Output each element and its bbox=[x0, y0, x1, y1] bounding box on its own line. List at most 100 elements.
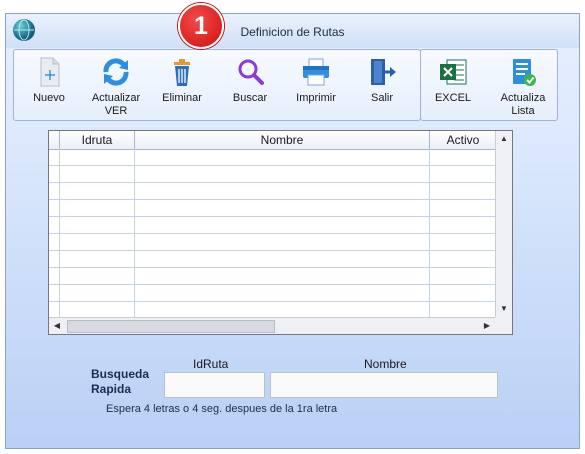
table-cell[interactable] bbox=[430, 234, 496, 250]
table-cell[interactable] bbox=[60, 183, 135, 199]
table-cell[interactable] bbox=[430, 183, 496, 199]
row-selector[interactable] bbox=[49, 183, 60, 199]
excel-button[interactable]: EXCEL bbox=[424, 56, 482, 105]
idruta-search-input[interactable] bbox=[164, 372, 265, 398]
row-selector[interactable] bbox=[49, 149, 60, 165]
title-bar: Definicion de Rutas bbox=[6, 14, 579, 48]
table-cell[interactable] bbox=[60, 166, 135, 182]
row-selector[interactable] bbox=[49, 302, 60, 318]
nuevo-button[interactable]: Nuevo bbox=[20, 56, 78, 105]
vertical-scrollbar[interactable]: ▲ ▼ bbox=[495, 131, 512, 317]
scroll-up-icon[interactable]: ▲ bbox=[496, 131, 512, 147]
table-cell[interactable] bbox=[135, 302, 430, 318]
table-cell[interactable] bbox=[430, 268, 496, 284]
table-cell[interactable] bbox=[135, 200, 430, 216]
grid-header: Idruta Nombre Activo bbox=[49, 131, 495, 150]
scroll-left-icon[interactable]: ◀ bbox=[49, 318, 65, 334]
search-hint: Espera 4 letras o 4 seg. despues de la 1… bbox=[106, 403, 338, 415]
list-check-icon bbox=[513, 59, 536, 86]
table-row[interactable] bbox=[49, 166, 495, 183]
row-selector[interactable] bbox=[49, 285, 60, 301]
table-row[interactable] bbox=[49, 183, 495, 200]
actualizar-label: Actualizar bbox=[91, 92, 141, 104]
toolbar-main-group: Nuevo Actualizar VER Eliminar Buscar Imp… bbox=[13, 49, 421, 121]
imprimir-label: Imprimir bbox=[296, 92, 336, 104]
table-cell[interactable] bbox=[430, 149, 496, 165]
window-title: Definicion de Rutas bbox=[240, 25, 345, 39]
table-row[interactable] bbox=[49, 285, 495, 302]
table-cell[interactable] bbox=[60, 268, 135, 284]
table-row[interactable] bbox=[49, 251, 495, 268]
table-cell[interactable] bbox=[60, 285, 135, 301]
table-cell[interactable] bbox=[430, 200, 496, 216]
row-selector[interactable] bbox=[49, 234, 60, 250]
row-selector[interactable] bbox=[49, 166, 60, 182]
table-cell[interactable] bbox=[430, 285, 496, 301]
excel-icon bbox=[440, 59, 467, 85]
printer-icon bbox=[303, 58, 329, 86]
table-cell[interactable] bbox=[430, 217, 496, 233]
row-selector[interactable] bbox=[49, 268, 60, 284]
row-selector[interactable] bbox=[49, 251, 60, 267]
eliminar-label: Eliminar bbox=[162, 92, 202, 104]
table-cell[interactable] bbox=[135, 234, 430, 250]
scroll-corner bbox=[495, 317, 512, 334]
table-row[interactable] bbox=[49, 217, 495, 234]
scroll-down-icon[interactable]: ▼ bbox=[496, 301, 512, 317]
table-row[interactable] bbox=[49, 268, 495, 285]
column-header-nombre[interactable]: Nombre bbox=[135, 131, 430, 149]
table-cell[interactable] bbox=[135, 268, 430, 284]
table-cell[interactable] bbox=[60, 200, 135, 216]
quick-search-title-line2: Rapida bbox=[91, 382, 132, 396]
quick-search-title-line1: Busqueda bbox=[91, 367, 150, 381]
row-selector[interactable] bbox=[49, 200, 60, 216]
table-cell[interactable] bbox=[135, 251, 430, 267]
table-cell[interactable] bbox=[60, 251, 135, 267]
rutas-grid[interactable]: Idruta Nombre Activo ▲ ▼ ◀ ▶ bbox=[48, 130, 513, 335]
actualiza-lista-button[interactable]: Actualiza Lista bbox=[494, 56, 552, 118]
table-cell[interactable] bbox=[135, 166, 430, 182]
nuevo-label: Nuevo bbox=[33, 92, 65, 104]
table-row[interactable] bbox=[49, 234, 495, 251]
horizontal-scroll-thumb[interactable] bbox=[67, 320, 275, 333]
column-header-idruta[interactable]: Idruta bbox=[60, 131, 135, 149]
table-cell[interactable] bbox=[135, 183, 430, 199]
table-cell[interactable] bbox=[430, 166, 496, 182]
eliminar-button[interactable]: Eliminar bbox=[153, 56, 211, 105]
nombre-label: Nombre bbox=[364, 357, 407, 371]
lista-label: Lista bbox=[511, 105, 535, 117]
refresh-icon bbox=[103, 58, 129, 86]
table-cell[interactable] bbox=[60, 149, 135, 165]
annotation-badge: 1 bbox=[178, 3, 224, 49]
table-row[interactable] bbox=[49, 200, 495, 217]
table-cell[interactable] bbox=[135, 285, 430, 301]
trash-icon bbox=[174, 59, 190, 86]
horizontal-scrollbar[interactable]: ◀ ▶ bbox=[49, 317, 495, 334]
scroll-right-icon[interactable]: ▶ bbox=[479, 318, 495, 334]
table-row[interactable] bbox=[49, 149, 495, 166]
idruta-label: IdRuta bbox=[193, 357, 229, 371]
salir-button[interactable]: Salir bbox=[353, 56, 411, 105]
table-cell[interactable] bbox=[430, 251, 496, 267]
table-cell[interactable] bbox=[60, 217, 135, 233]
ver-label: VER bbox=[104, 105, 128, 117]
exit-door-icon bbox=[371, 59, 396, 85]
table-cell[interactable] bbox=[60, 302, 135, 318]
table-cell[interactable] bbox=[135, 149, 430, 165]
imprimir-button[interactable]: Imprimir bbox=[287, 56, 345, 105]
excel-label: EXCEL bbox=[434, 92, 472, 104]
buscar-button[interactable]: Buscar bbox=[221, 56, 279, 105]
salir-label: Salir bbox=[370, 92, 393, 104]
buscar-label: Buscar bbox=[232, 92, 268, 104]
table-cell[interactable] bbox=[135, 217, 430, 233]
nombre-search-input[interactable] bbox=[270, 372, 498, 398]
column-header-activo[interactable]: Activo bbox=[430, 131, 496, 149]
table-cell[interactable] bbox=[60, 234, 135, 250]
actualizar-ver-button[interactable]: Actualizar VER bbox=[87, 56, 145, 118]
new-file-icon bbox=[40, 57, 60, 87]
row-selector[interactable] bbox=[49, 217, 60, 233]
quick-search-title: Busqueda Rapida bbox=[91, 367, 149, 397]
toolbar-export-group: EXCEL Actualiza Lista bbox=[420, 49, 558, 121]
table-cell[interactable] bbox=[430, 302, 496, 318]
row-selector-header bbox=[49, 131, 60, 149]
